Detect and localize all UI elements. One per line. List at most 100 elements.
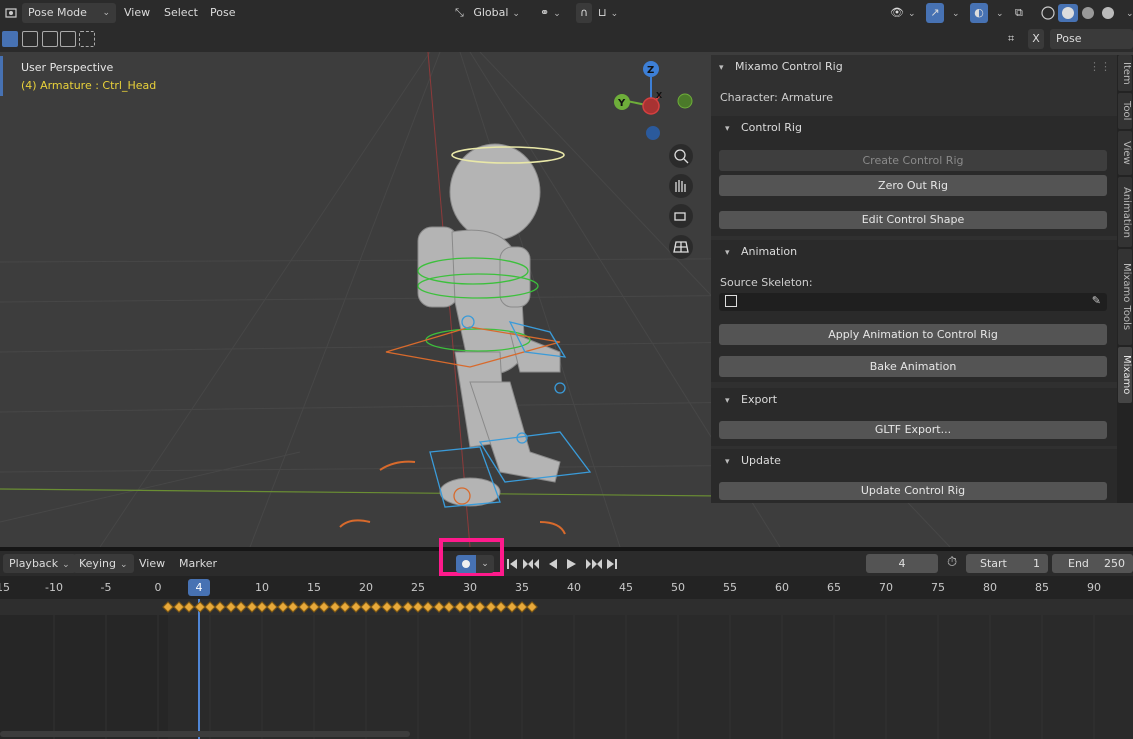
eyedropper-icon[interactable]: ✎ bbox=[1092, 294, 1101, 307]
timeline-ruler[interactable]: 15 -10 -5 0 10 15 20 25 30 35 40 45 50 5… bbox=[0, 576, 1133, 599]
select-box-icon[interactable] bbox=[2, 31, 18, 47]
play-reverse-icon[interactable] bbox=[549, 559, 557, 569]
jump-start-icon[interactable] bbox=[507, 559, 517, 569]
active-area-indicator bbox=[0, 56, 3, 96]
timeline-grid bbox=[0, 599, 1133, 739]
apply-animation-button[interactable]: Apply Animation to Control Rig bbox=[719, 324, 1107, 345]
select-subtract-icon[interactable] bbox=[42, 31, 58, 47]
jump-end-icon[interactable] bbox=[607, 559, 617, 569]
snap-toggle[interactable]: ∩ bbox=[576, 3, 593, 23]
playhead-frame-indicator[interactable]: 4 bbox=[188, 579, 210, 596]
gizmo-x-neg-axis[interactable] bbox=[642, 97, 660, 115]
mirror-x-toggle[interactable]: X bbox=[1028, 29, 1044, 49]
chevron-down-icon: ⌄ bbox=[119, 560, 128, 570]
play-icon[interactable] bbox=[567, 559, 576, 569]
chevron-down-icon: ▾ bbox=[725, 396, 730, 406]
source-skeleton-label: Source Skeleton: bbox=[720, 276, 813, 289]
zoom-button[interactable] bbox=[669, 144, 693, 168]
drag-handle-icon[interactable]: ⋮⋮ bbox=[1089, 55, 1111, 79]
pose-options-dropdown[interactable]: Pose Options⌄ bbox=[1050, 29, 1133, 65]
ruler-tick: 10 bbox=[255, 581, 269, 594]
camera-view-button[interactable] bbox=[669, 204, 693, 228]
keying-label: Keying bbox=[79, 557, 116, 570]
bake-animation-button[interactable]: Bake Animation bbox=[719, 356, 1107, 377]
snap-dropdown[interactable]: ⊔ ⌄ bbox=[598, 3, 618, 23]
gltf-export-button[interactable]: GLTF Export... bbox=[719, 421, 1107, 439]
pivot-icon: ⚭ bbox=[540, 6, 550, 19]
subpanel-header-control-rig[interactable]: ▾ Control Rig bbox=[711, 116, 1117, 140]
timeline-menu-marker[interactable]: Marker bbox=[179, 554, 217, 573]
ruler-tick: 0 bbox=[154, 581, 162, 594]
wireframe-shading-icon[interactable] bbox=[1041, 6, 1055, 20]
chevron-down-icon: ⌄ bbox=[1126, 9, 1133, 19]
mode-label: Pose Mode bbox=[28, 6, 87, 19]
select-invert-icon[interactable] bbox=[60, 31, 76, 47]
select-intersect-icon[interactable] bbox=[79, 31, 95, 47]
orientation-dropdown[interactable]: ⤡ Global ⌄ bbox=[455, 3, 520, 23]
subpanel-header-export[interactable]: ▾ Export bbox=[711, 388, 1117, 412]
create-control-rig-button[interactable]: Create Control Rig bbox=[719, 150, 1107, 171]
current-frame-field[interactable]: 4 bbox=[866, 554, 938, 573]
shading-dropdown[interactable]: ⌄ bbox=[1122, 3, 1133, 23]
overlay-dropdown[interactable]: ⌄ bbox=[992, 3, 1004, 23]
tab-tool[interactable]: Tool bbox=[1118, 93, 1132, 129]
tab-mixamo-tools[interactable]: Mixamo Tools bbox=[1118, 249, 1132, 345]
menu-pose[interactable]: Pose bbox=[210, 3, 235, 23]
ruler-tick: 40 bbox=[567, 581, 581, 594]
chevron-down-icon: ⌄ bbox=[62, 560, 70, 570]
ruler-tick: 70 bbox=[879, 581, 893, 594]
overlay-toggle[interactable]: ◐ bbox=[970, 3, 988, 23]
panel-header-mixamo-control-rig[interactable]: ▾ Mixamo Control Rig ⋮⋮ bbox=[711, 55, 1117, 79]
mode-dropdown[interactable]: Pose Mode ⌄ bbox=[22, 3, 116, 23]
end-label: End bbox=[1068, 557, 1089, 570]
subpanel-header-update[interactable]: ▾ Update bbox=[711, 449, 1117, 473]
panel-title: Mixamo Control Rig bbox=[735, 60, 843, 73]
gizmo-dropdown[interactable]: ⌄ bbox=[948, 3, 960, 23]
auto-keying-dropdown[interactable]: ⌄ bbox=[476, 555, 494, 573]
timeline-menu-view[interactable]: View bbox=[139, 554, 165, 573]
tab-animation[interactable]: Animation bbox=[1118, 177, 1132, 247]
zero-out-rig-button[interactable]: Zero Out Rig bbox=[719, 175, 1107, 196]
chevron-down-icon: ⌄ bbox=[907, 9, 916, 19]
subpanel-title-update: Update bbox=[741, 454, 781, 467]
material-shading-icon[interactable] bbox=[1082, 7, 1094, 19]
source-skeleton-field[interactable]: ✎ bbox=[719, 293, 1107, 311]
gizmo-y-neg-axis[interactable] bbox=[677, 93, 693, 109]
tab-item[interactable]: Item bbox=[1118, 55, 1132, 91]
select-extend-icon[interactable] bbox=[22, 31, 38, 47]
chevron-down-icon: ⌄ bbox=[952, 9, 960, 19]
subpanel-header-animation[interactable]: ▾ Animation bbox=[711, 240, 1117, 264]
edit-control-shape-button[interactable]: Edit Control Shape bbox=[719, 211, 1107, 229]
gizmo-toggle[interactable]: ↗ bbox=[926, 3, 944, 23]
auto-keying-toggle[interactable] bbox=[456, 555, 476, 573]
prev-keyframe-icon[interactable] bbox=[523, 559, 539, 569]
horizontal-scrollbar[interactable] bbox=[0, 731, 410, 737]
tab-view[interactable]: View bbox=[1118, 131, 1132, 175]
visibility-dropdown[interactable]: 👁 ⌄ bbox=[890, 3, 916, 23]
chevron-down-icon: ⌄ bbox=[481, 559, 489, 569]
pivot-dropdown[interactable]: ⚭ ⌄ bbox=[540, 3, 561, 23]
start-value: 1 bbox=[1033, 557, 1040, 570]
rendered-shading-icon[interactable] bbox=[1102, 7, 1114, 19]
editor-type-icon[interactable] bbox=[4, 3, 18, 23]
end-value: 250 bbox=[1104, 557, 1125, 570]
menu-select[interactable]: Select bbox=[164, 3, 198, 23]
subpanel-title-control-rig: Control Rig bbox=[741, 121, 802, 134]
gizmo-z-neg-axis[interactable] bbox=[646, 126, 660, 140]
update-control-rig-button[interactable]: Update Control Rig bbox=[719, 482, 1107, 500]
keying-dropdown[interactable]: Keying ⌄ bbox=[73, 554, 134, 573]
next-keyframe-icon[interactable] bbox=[586, 559, 602, 569]
playback-dropdown[interactable]: Playback ⌄ bbox=[3, 554, 76, 573]
ruler-tick: 90 bbox=[1087, 581, 1101, 594]
xray-toggle[interactable]: ⧉ bbox=[1015, 3, 1023, 23]
mirror-icon[interactable]: ⌗ bbox=[1008, 29, 1014, 49]
stopwatch-icon[interactable]: ⏱ bbox=[947, 555, 957, 570]
start-frame-field[interactable]: Start 1 bbox=[966, 554, 1048, 573]
chevron-down-icon: ▾ bbox=[725, 124, 730, 134]
tab-mixamo[interactable]: Mixamo bbox=[1118, 347, 1132, 403]
menu-view[interactable]: View bbox=[124, 3, 150, 23]
character-label: Character: Armature bbox=[720, 91, 833, 104]
pan-button[interactable] bbox=[669, 174, 693, 198]
timeline-body[interactable] bbox=[0, 599, 1133, 739]
end-frame-field[interactable]: End 250 bbox=[1052, 554, 1133, 573]
